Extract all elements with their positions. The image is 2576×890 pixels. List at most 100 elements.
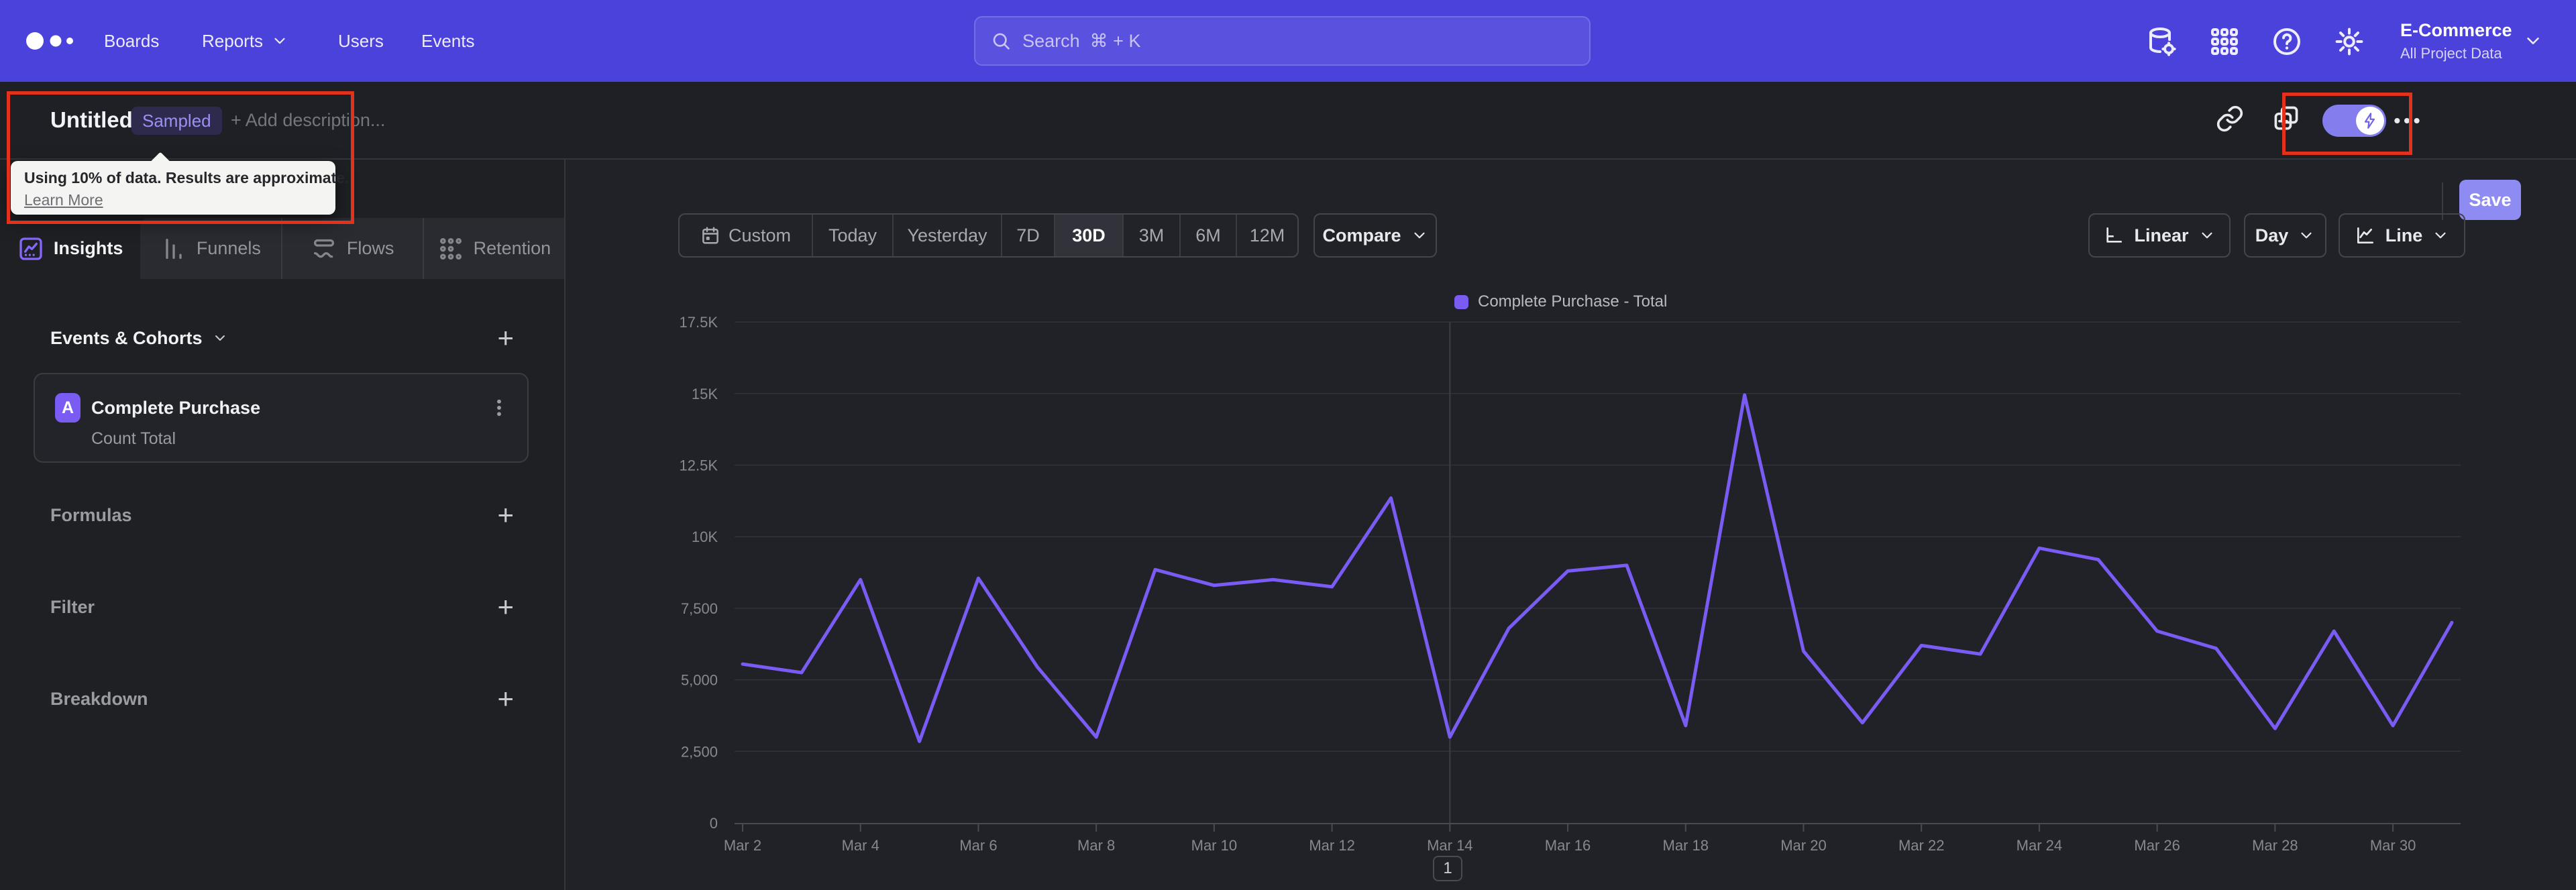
- report-tabs: Insights Funnels Flows Retention: [0, 218, 564, 279]
- formulas-label: Formulas: [50, 504, 132, 525]
- toggle-knob: [2356, 107, 2384, 135]
- add-description[interactable]: + Add description...: [231, 82, 385, 158]
- apps-grid-icon[interactable]: [2208, 25, 2241, 58]
- funnels-icon: [166, 238, 182, 259]
- events-cohorts-heading[interactable]: Events & Cohorts: [50, 328, 228, 349]
- mixpanel-logo-icon[interactable]: [25, 0, 79, 82]
- report-title[interactable]: Untitled: [50, 82, 133, 158]
- save-button[interactable]: Save: [2459, 180, 2521, 220]
- sampled-badge[interactable]: Sampled: [131, 107, 222, 135]
- tab-label: Insights: [53, 238, 123, 258]
- x-axis-label: Mar 24: [2017, 837, 2062, 854]
- x-axis-label: Mar 28: [2252, 837, 2298, 854]
- query-builder-panel: Insights Funnels Flows Retention Events …: [0, 160, 566, 890]
- nav-link-boards[interactable]: Boards: [104, 0, 159, 82]
- range-7d[interactable]: 7D: [1001, 215, 1054, 256]
- range-today[interactable]: Today: [812, 215, 892, 256]
- range-label: Today: [828, 225, 877, 245]
- add-formula-button[interactable]: +: [497, 501, 514, 529]
- nav-link-events[interactable]: Events: [421, 0, 475, 82]
- calendar-icon: [702, 227, 718, 244]
- range-label: Yesterday: [907, 225, 987, 245]
- tab-label: Funnels: [196, 238, 261, 258]
- tab-funnels[interactable]: Funnels: [140, 218, 282, 279]
- add-filter-button[interactable]: +: [497, 593, 514, 621]
- report-header: Untitled Sampled + Add description... Sa…: [0, 82, 2576, 220]
- top-navbar: Boards Reports Users Events Search ⌘ + K…: [0, 0, 2576, 82]
- range-yesterday[interactable]: Yesterday: [892, 215, 1001, 256]
- event-card[interactable]: A Complete Purchase Count Total: [34, 373, 529, 463]
- project-scope: All Project Data: [2400, 44, 2502, 62]
- data-management-icon[interactable]: [2145, 25, 2178, 58]
- formulas-row: Formulas +: [50, 500, 514, 530]
- chevron-down-icon: [2201, 232, 2212, 239]
- chevron-down-icon: [2301, 232, 2312, 239]
- chevron-down-icon: [1413, 232, 1425, 239]
- x-axis-label: Mar 16: [1545, 837, 1591, 854]
- date-range-group: Custom Today Yesterday 7D 30D 3M 6M 12M: [678, 213, 1299, 258]
- search-input[interactable]: [1022, 30, 1574, 52]
- nav-link-label: Reports: [202, 30, 264, 51]
- line-chart[interactable]: 0 2,500 5,000 7,500 10K 12.5K 15K 17.5K Mar 2 Mar…: [671, 295, 2496, 872]
- x-axis-label: Mar 18: [1663, 837, 1709, 854]
- range-3m[interactable]: 3M: [1122, 215, 1179, 256]
- project-selector[interactable]: E-Commerce All Project Data: [2400, 0, 2543, 82]
- more-options-icon[interactable]: [2392, 106, 2422, 135]
- help-icon[interactable]: [2271, 25, 2303, 58]
- nav-link-label: Users: [338, 30, 384, 51]
- event-series-badge: A: [55, 393, 80, 423]
- interval-label: Day: [2255, 225, 2289, 245]
- lightning-bolt-icon: [2364, 113, 2375, 129]
- range-custom[interactable]: Custom: [680, 215, 812, 256]
- nav-link-users[interactable]: Users: [338, 0, 384, 82]
- search-icon: [993, 33, 1010, 50]
- tab-flows[interactable]: Flows: [282, 218, 424, 279]
- chevron-down-icon: [215, 335, 225, 341]
- y-axis-label: 12.5K: [680, 457, 718, 474]
- x-axis-label: Mar 30: [2370, 837, 2416, 854]
- settings-gear-icon[interactable]: [2333, 25, 2365, 58]
- chevron-down-icon: [2435, 232, 2446, 239]
- interval-selector[interactable]: Day: [2244, 213, 2326, 258]
- x-axis-label: Mar 2: [724, 837, 761, 854]
- chart-type-label: Line: [2385, 225, 2423, 245]
- compare-button[interactable]: Compare: [1313, 213, 1437, 258]
- x-axis-label: Mar 26: [2134, 837, 2180, 854]
- y-axis-label: 10K: [692, 529, 718, 545]
- copy-to-board-icon[interactable]: [2271, 104, 2301, 133]
- event-metric[interactable]: Count Total: [91, 429, 176, 449]
- y-axis-label: 15K: [692, 386, 718, 402]
- range-label: 6M: [1195, 225, 1221, 245]
- tab-label: Flows: [346, 238, 394, 258]
- range-label: 3M: [1138, 225, 1165, 245]
- breakdown-label: Breakdown: [50, 688, 148, 709]
- tab-retention[interactable]: Retention: [423, 218, 564, 279]
- range-12m[interactable]: 12M: [1236, 215, 1297, 256]
- add-event-button[interactable]: +: [497, 324, 514, 352]
- series-line: [741, 393, 2454, 743]
- range-label: 12M: [1249, 225, 1285, 245]
- nav-link-reports[interactable]: Reports: [202, 0, 288, 82]
- sampling-toggle[interactable]: [2322, 105, 2386, 137]
- learn-more-link[interactable]: Learn More: [24, 191, 103, 209]
- x-axis-label: Mar 14: [1427, 837, 1472, 854]
- filter-row: Filter +: [50, 592, 514, 622]
- tab-insights[interactable]: Insights: [0, 218, 141, 279]
- event-options-icon[interactable]: [488, 397, 510, 419]
- line-chart-icon: [2357, 227, 2373, 243]
- scale-selector[interactable]: Linear: [2088, 213, 2231, 258]
- scale-label: Linear: [2134, 225, 2189, 245]
- range-label: Custom: [728, 225, 792, 245]
- chevron-down-icon: [2526, 38, 2539, 44]
- x-axis-label: Mar 6: [959, 837, 997, 854]
- range-30d[interactable]: 30D: [1054, 215, 1122, 256]
- project-name: E-Commerce: [2400, 19, 2512, 40]
- pagination-page-button[interactable]: 1: [1433, 856, 1462, 881]
- range-6m[interactable]: 6M: [1179, 215, 1236, 256]
- copy-link-icon[interactable]: [2215, 104, 2245, 133]
- nav-link-label: Events: [421, 30, 475, 51]
- y-axis-label: 17.5K: [680, 314, 718, 331]
- chart-type-selector[interactable]: Line: [2339, 213, 2465, 258]
- add-breakdown-button[interactable]: +: [497, 685, 514, 713]
- search-bar[interactable]: [974, 16, 1591, 66]
